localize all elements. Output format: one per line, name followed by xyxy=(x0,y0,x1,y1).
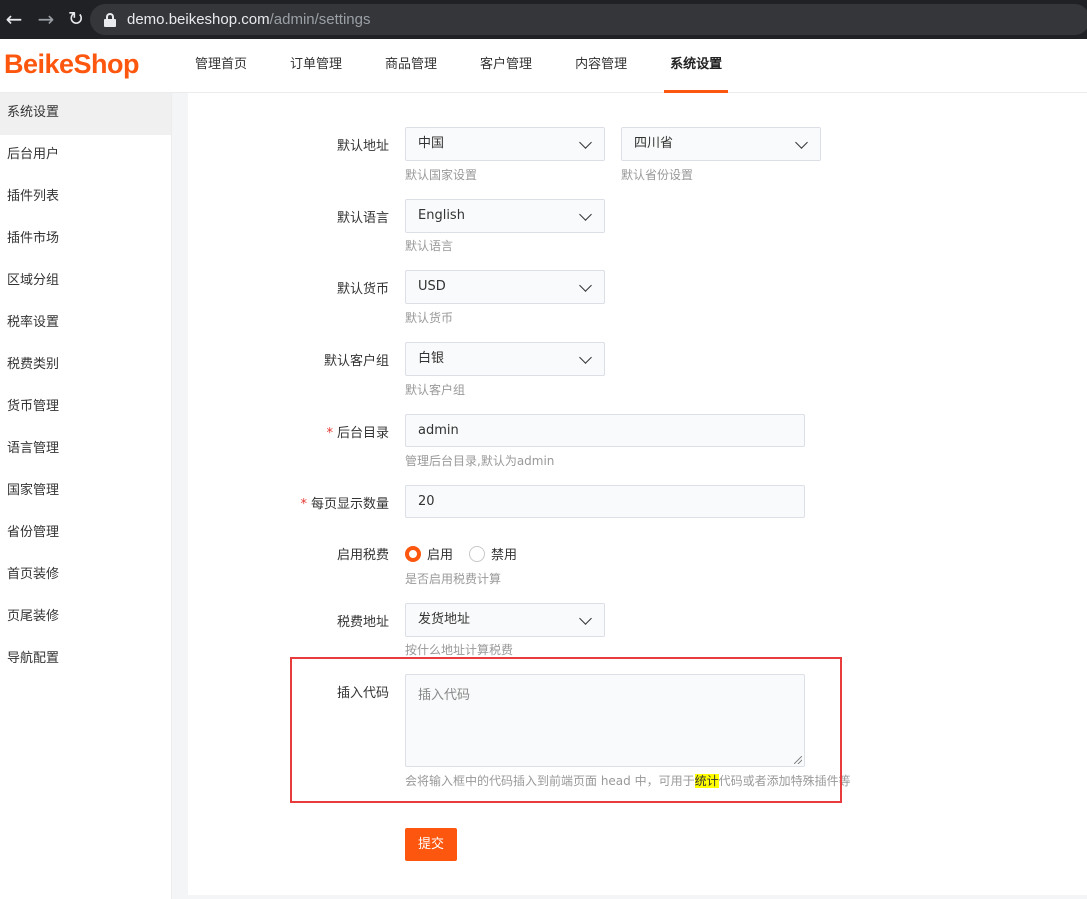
sidebar-item-region-groups[interactable]: 区域分组 xyxy=(0,261,171,303)
per-page-input[interactable]: 20 xyxy=(405,485,805,518)
default-customer-group-label: 默认客户组 xyxy=(323,354,389,369)
sidebar-item-home-design[interactable]: 首页装修 xyxy=(0,555,171,597)
tax-radio-group: 启用 禁用 xyxy=(405,544,533,563)
default-currency-label: 默认货币 xyxy=(336,282,389,297)
tax-disabled-radio[interactable] xyxy=(469,545,486,562)
default-language-label: 默认语言 xyxy=(336,211,389,226)
address-bar[interactable]: demo.beikeshop.com/admin/settings xyxy=(90,4,1087,35)
reload-icon[interactable]: ↻ xyxy=(62,0,90,39)
admin-dir-help: 管理后台目录,默认为admin xyxy=(405,454,555,468)
sidebar-item-countries[interactable]: 国家管理 xyxy=(0,471,171,513)
sidebar-item-system-settings[interactable]: 系统设置 xyxy=(0,93,171,135)
sidebar-item-admin-users[interactable]: 后台用户 xyxy=(0,135,171,177)
admin-dir-label-text: 后台目录 xyxy=(336,426,389,441)
customer-group-value: 白银 xyxy=(418,351,445,366)
per-page-label: * 每页显示数量 xyxy=(189,493,389,512)
province-help: 默认省份设置 xyxy=(621,168,694,182)
required-mark: * xyxy=(300,497,307,512)
top-nav: 管理首页 订单管理 商品管理 客户管理 内容管理 系统设置 xyxy=(195,39,765,93)
forward-arrow-icon[interactable]: → xyxy=(32,0,60,39)
chevron-down-icon xyxy=(795,136,808,149)
top-nav-products[interactable]: 商品管理 xyxy=(385,39,437,93)
top-nav-content[interactable]: 内容管理 xyxy=(575,39,627,93)
tax-address-help: 按什么地址计算税费 xyxy=(405,643,514,657)
per-page-label-text: 每页显示数量 xyxy=(310,497,389,512)
province-value: 四川省 xyxy=(634,136,674,151)
country-select[interactable]: 中国 xyxy=(405,127,605,161)
top-nav-home[interactable]: 管理首页 xyxy=(195,39,247,93)
language-select[interactable]: English xyxy=(405,199,605,233)
annotation-box xyxy=(290,657,842,803)
top-nav-settings[interactable]: 系统设置 xyxy=(664,39,729,93)
sidebar-item-provinces[interactable]: 省份管理 xyxy=(0,513,171,555)
sidebar-item-tax-classes[interactable]: 税费类别 xyxy=(0,345,171,387)
tax-help: 是否启用税费计算 xyxy=(405,572,502,586)
logo[interactable]: BeikeShop xyxy=(4,49,140,80)
country-help: 默认国家设置 xyxy=(405,168,478,182)
language-help: 默认语言 xyxy=(405,239,454,253)
chevron-down-icon xyxy=(579,208,592,221)
sidebar-item-plugin-market[interactable]: 插件市场 xyxy=(0,219,171,261)
tax-address-select[interactable]: 发货地址 xyxy=(405,603,605,637)
admin-dir-label: * 后台目录 xyxy=(189,422,389,441)
sidebar-item-tax-rates[interactable]: 税率设置 xyxy=(0,303,171,345)
chevron-down-icon xyxy=(579,136,592,149)
sidebar: 系统设置 后台用户 插件列表 插件市场 区域分组 税率设置 税费类别 货币管理 … xyxy=(0,93,172,899)
default-address-label: 默认地址 xyxy=(336,139,389,154)
sidebar-item-plugin-list[interactable]: 插件列表 xyxy=(0,177,171,219)
top-nav-customers[interactable]: 客户管理 xyxy=(480,39,532,93)
currency-value: USD xyxy=(418,279,446,294)
sidebar-item-languages[interactable]: 语言管理 xyxy=(0,429,171,471)
back-arrow-icon[interactable]: ← xyxy=(0,0,28,39)
country-value: 中国 xyxy=(418,136,445,151)
chevron-down-icon xyxy=(579,612,592,625)
browser-toolbar: ← → ↻ demo.beikeshop.com/admin/settings xyxy=(0,0,1087,39)
submit-button[interactable]: 提交 xyxy=(405,828,457,861)
tax-enabled-radio[interactable] xyxy=(405,545,421,562)
top-nav-orders[interactable]: 订单管理 xyxy=(290,39,342,93)
app-header: BeikeShop 管理首页 订单管理 商品管理 客户管理 内容管理 系统设置 xyxy=(0,39,1087,93)
url-domain: demo.beikeshop.com xyxy=(127,11,270,28)
tax-disabled-label[interactable]: 禁用 xyxy=(491,544,517,563)
chevron-down-icon xyxy=(579,351,592,364)
customer-group-help: 默认客户组 xyxy=(405,383,466,397)
tax-enabled-label[interactable]: 启用 xyxy=(427,544,453,563)
province-select[interactable]: 四川省 xyxy=(621,127,821,161)
chevron-down-icon xyxy=(579,279,592,292)
customer-group-select[interactable]: 白银 xyxy=(405,342,605,376)
enable-tax-label: 启用税费 xyxy=(336,548,389,563)
language-value: English xyxy=(418,208,465,223)
required-mark: * xyxy=(326,426,333,441)
tax-address-label: 税费地址 xyxy=(336,615,389,630)
url-text: demo.beikeshop.com/admin/settings xyxy=(127,11,370,28)
lock-icon[interactable] xyxy=(104,12,116,27)
currency-select[interactable]: USD xyxy=(405,270,605,304)
currency-help: 默认货币 xyxy=(405,311,454,325)
sidebar-item-currencies[interactable]: 货币管理 xyxy=(0,387,171,429)
sidebar-item-navigation[interactable]: 导航配置 xyxy=(0,639,171,681)
url-path: /admin/settings xyxy=(269,11,371,28)
sidebar-item-footer-design[interactable]: 页尾装修 xyxy=(0,597,171,639)
admin-dir-input[interactable]: admin xyxy=(405,414,805,447)
tax-address-value: 发货地址 xyxy=(418,612,471,627)
